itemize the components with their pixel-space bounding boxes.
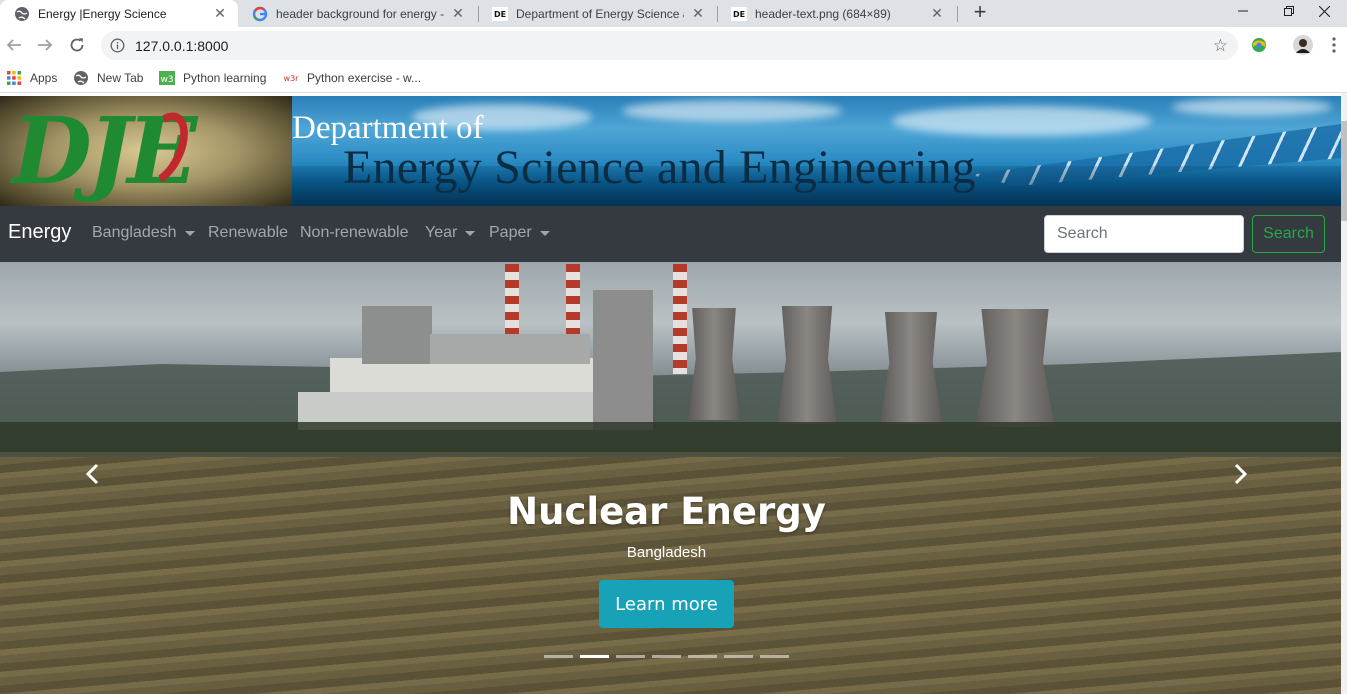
browser-tab-energy[interactable]: Energy |Energy Science ✕: [0, 0, 238, 27]
cooling-tower: [688, 308, 740, 420]
url-text[interactable]: 127.0.0.1:8000: [135, 38, 228, 54]
scrollbar-thumb[interactable]: [1341, 121, 1347, 221]
bookmark-label: New Tab: [97, 71, 144, 85]
google-icon: [252, 6, 268, 22]
carousel-indicator[interactable]: [544, 655, 573, 658]
dropdown-caret-icon: [184, 230, 195, 236]
nav-item-paper[interactable]: Paper: [489, 224, 550, 242]
bookmark-label: Python exercise - w...: [307, 71, 422, 85]
header-banner: DJE Department of Energy Science and Eng…: [0, 96, 1341, 206]
nav-item-year[interactable]: Year: [425, 224, 476, 242]
nav-item-label: Paper: [489, 224, 532, 241]
bookmark-star-icon[interactable]: ☆: [1213, 36, 1228, 56]
carousel-next-icon[interactable]: [1228, 462, 1252, 486]
close-tab-icon[interactable]: ✕: [929, 5, 945, 22]
w3schools-icon: w3: [159, 70, 175, 86]
bookmark-label: Python learning: [183, 71, 267, 85]
reactor-building: [593, 290, 653, 430]
close-tab-icon[interactable]: ✕: [690, 5, 706, 22]
chimney-stack: [505, 264, 519, 334]
nav-item-bangladesh[interactable]: Bangladesh: [92, 224, 195, 242]
deje-favicon: DE: [492, 6, 508, 22]
page-scrollbar[interactable]: [1341, 93, 1347, 694]
tab-title: header background for energy -: [276, 6, 444, 21]
minimize-window-icon[interactable]: [1220, 0, 1266, 22]
svg-text:w3: w3: [160, 75, 173, 85]
carousel-prev-icon[interactable]: [81, 462, 105, 486]
svg-text:DE: DE: [494, 10, 506, 19]
nav-item-label: Year: [425, 224, 458, 241]
bookmark-python-learning[interactable]: w3 Python learning: [159, 70, 266, 86]
main-navbar: Energy Bangladesh Renewable Non-renewabl…: [0, 206, 1341, 262]
page-viewport: DJE Department of Energy Science and Eng…: [0, 93, 1341, 694]
close-tab-icon[interactable]: ✕: [450, 5, 466, 22]
carousel-indicator[interactable]: [616, 655, 645, 658]
nav-item-renewable[interactable]: Renewable: [208, 224, 288, 242]
header-title-line2: Energy Science and Engineering: [343, 141, 976, 194]
bookmark-label: Apps: [30, 71, 58, 85]
carousel-indicator[interactable]: [580, 655, 609, 658]
reload-icon[interactable]: [67, 35, 87, 55]
cooling-tower: [975, 309, 1055, 427]
back-arrow-icon[interactable]: [4, 35, 24, 55]
address-bar[interactable]: 127.0.0.1:8000 ☆: [101, 31, 1238, 60]
close-tab-icon[interactable]: ✕: [212, 5, 228, 22]
profile-avatar[interactable]: [1293, 35, 1313, 55]
nav-item-non-renewable[interactable]: Non-renewable: [300, 224, 409, 242]
navbar-brand[interactable]: Energy: [8, 221, 71, 244]
w3resource-icon: w3r: [283, 70, 299, 86]
bookmark-python-exercise[interactable]: w3r Python exercise - w...: [283, 70, 422, 86]
carousel-indicator[interactable]: [724, 655, 753, 658]
bookmark-apps[interactable]: Apps: [6, 70, 57, 86]
bookmark-new-tab[interactable]: New Tab: [73, 70, 143, 86]
carousel-indicator[interactable]: [688, 655, 717, 658]
cooling-tower: [880, 312, 942, 424]
carousel-indicator[interactable]: [652, 655, 681, 658]
tab-title: Department of Energy Science an: [516, 6, 684, 21]
chimney-stack: [566, 264, 580, 334]
dropdown-caret-icon: [539, 230, 550, 236]
carousel-caption-title: Nuclear Energy: [507, 490, 826, 533]
globe-icon: [73, 70, 89, 86]
browser-tab-department[interactable]: DE Department of Energy Science an ✕: [478, 0, 716, 27]
menu-kebab-icon[interactable]: [1327, 35, 1341, 55]
nav-item-label: Bangladesh: [92, 224, 177, 241]
deje-favicon: DE: [731, 6, 747, 22]
browser-toolbar: 127.0.0.1:8000 ☆: [0, 27, 1347, 64]
tab-title: Energy |Energy Science: [38, 6, 167, 21]
browser-tab-google[interactable]: header background for energy - ✕: [238, 0, 476, 27]
new-tab-button[interactable]: +: [969, 1, 991, 24]
site-info-icon[interactable]: [110, 38, 125, 53]
apps-grid-icon: [6, 70, 22, 86]
carousel-indicators: [544, 655, 789, 658]
hero-carousel: Nuclear Energy Bangladesh Learn more: [0, 262, 1341, 694]
cooling-tower: [777, 306, 837, 424]
tree-line: [0, 422, 1341, 452]
carousel-caption-subtitle: Bangladesh: [626, 544, 707, 561]
tab-separator: [957, 6, 958, 22]
search-button[interactable]: Search: [1252, 215, 1325, 253]
close-window-icon[interactable]: [1301, 0, 1347, 22]
browser-tab-header-image[interactable]: DE header-text.png (684×89) ✕: [717, 0, 955, 27]
forward-arrow-icon[interactable]: [35, 35, 55, 55]
carousel-indicator[interactable]: [760, 655, 789, 658]
search-input[interactable]: [1044, 215, 1244, 253]
svg-text:DE: DE: [733, 10, 745, 19]
chimney-stack: [673, 264, 687, 374]
dropdown-caret-icon: [465, 230, 476, 236]
browser-tab-strip: Energy |Energy Science ✕ header backgrou…: [0, 0, 1347, 27]
svg-text:w3r: w3r: [284, 74, 299, 83]
tab-title: header-text.png (684×89): [755, 6, 891, 21]
nav-item-label: Renewable: [208, 224, 289, 241]
nav-item-label: Non-renewable: [300, 224, 409, 241]
department-logo: DJE: [0, 96, 292, 206]
globe-icon: [14, 6, 30, 22]
extension-icon[interactable]: [1249, 35, 1269, 55]
bookmarks-bar: Apps New Tab w3 Python learning w3r Pyth…: [0, 64, 1347, 92]
learn-more-button[interactable]: Learn more: [599, 580, 734, 628]
